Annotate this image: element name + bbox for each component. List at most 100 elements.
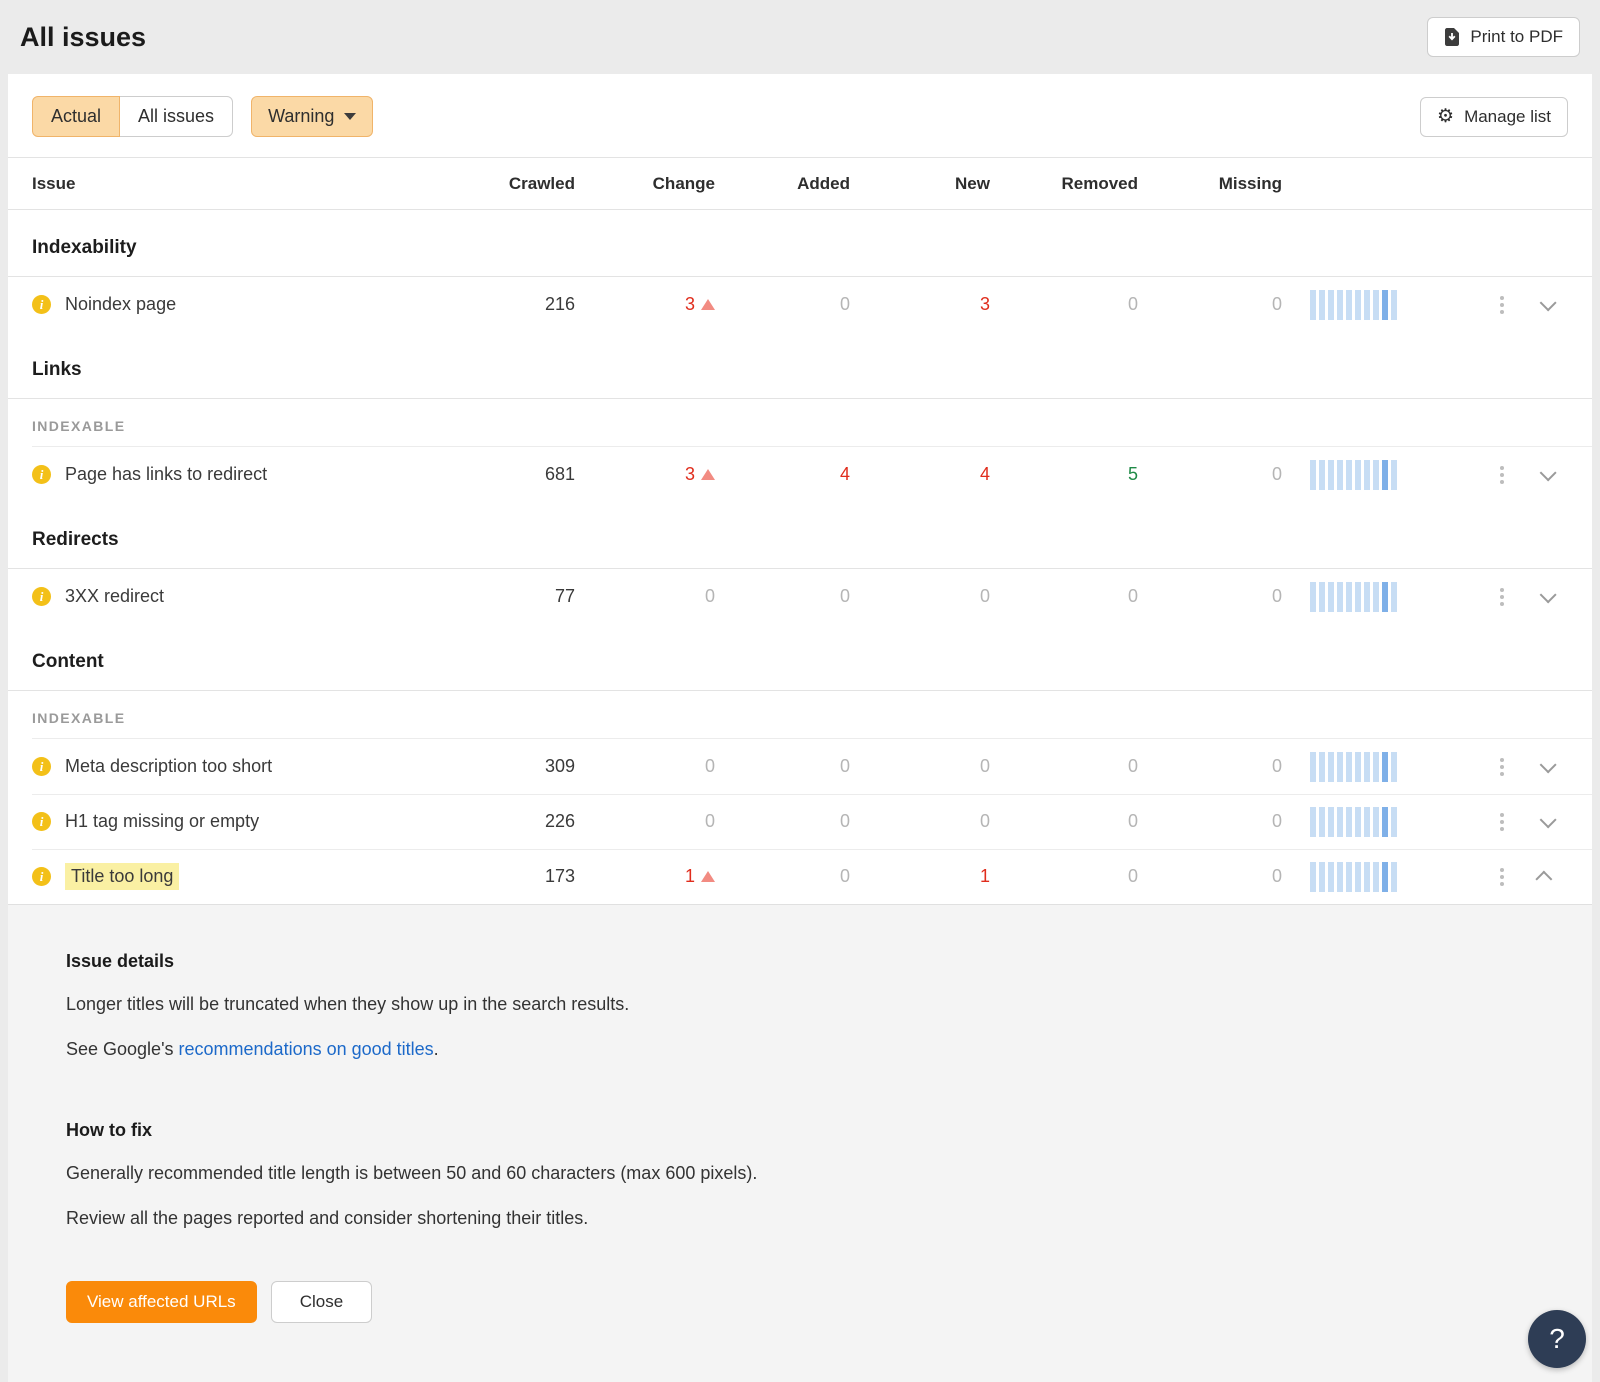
history-sparkline: [1310, 460, 1480, 490]
missing-value: 0: [1272, 866, 1282, 887]
increase-arrow-icon: [701, 469, 715, 480]
row-actions-menu-icon[interactable]: [1480, 588, 1524, 606]
crawled-cell: 681: [480, 464, 590, 485]
removed-value: 0: [1128, 294, 1138, 315]
issue-row[interactable]: iPage has links to redirect68134450: [8, 447, 1592, 502]
scope-actual-button[interactable]: Actual: [32, 96, 120, 137]
warning-info-icon: i: [32, 465, 51, 484]
print-to-pdf-button[interactable]: Print to PDF: [1427, 17, 1580, 57]
missing-value: 0: [1272, 756, 1282, 777]
removed-value: 5: [1128, 464, 1138, 485]
warning-filter-button[interactable]: Warning: [251, 96, 373, 137]
issue-row[interactable]: i3XX redirect7700000: [8, 569, 1592, 624]
how-to-fix-text-1: Generally recommended title length is be…: [66, 1163, 1534, 1184]
issue-details-link-line: See Google's recommendations on good tit…: [66, 1039, 1534, 1060]
column-header-removed[interactable]: Removed: [1020, 174, 1170, 194]
section-header: Links: [8, 332, 1592, 399]
issue-label: Noindex page: [65, 294, 176, 315]
column-header-change[interactable]: Change: [590, 174, 740, 194]
manage-list-label: Manage list: [1464, 107, 1551, 127]
link-line-suffix: .: [434, 1039, 439, 1059]
history-sparkline: [1310, 862, 1480, 892]
column-header-new[interactable]: New: [880, 174, 1020, 194]
new-cell: 0: [880, 811, 1020, 832]
row-actions-menu-icon[interactable]: [1480, 868, 1524, 886]
how-to-fix-heading: How to fix: [66, 1120, 1534, 1141]
missing-value: 0: [1272, 811, 1282, 832]
new-cell: 1: [880, 866, 1020, 887]
removed-value: 0: [1128, 866, 1138, 887]
change-value: 1: [685, 866, 695, 887]
expand-chevron-icon[interactable]: [1540, 756, 1557, 773]
new-cell: 3: [880, 294, 1020, 315]
expand-chevron-icon[interactable]: [1540, 811, 1557, 828]
issue-row[interactable]: iH1 tag missing or empty22600000: [8, 794, 1592, 849]
new-value: 3: [980, 294, 990, 315]
column-header-issue[interactable]: Issue: [32, 174, 480, 194]
added-cell: 4: [740, 464, 880, 485]
new-cell: 0: [880, 756, 1020, 777]
missing-cell: 0: [1170, 756, 1310, 777]
view-affected-urls-button[interactable]: View affected URLs: [66, 1281, 257, 1323]
crawled-cell: 309: [480, 756, 590, 777]
missing-value: 0: [1272, 464, 1282, 485]
removed-cell: 5: [1020, 464, 1170, 485]
section-header: Indexability: [8, 210, 1592, 277]
missing-cell: 0: [1170, 586, 1310, 607]
collapse-chevron-icon[interactable]: [1535, 870, 1552, 887]
row-actions-menu-icon[interactable]: [1480, 758, 1524, 776]
column-header-added[interactable]: Added: [740, 174, 880, 194]
top-bar: All issues Print to PDF: [0, 0, 1600, 74]
scope-toggle: Actual All issues: [32, 96, 233, 137]
link-line-prefix: See Google's: [66, 1039, 179, 1059]
column-header-crawled[interactable]: Crawled: [480, 174, 590, 194]
filters-toolbar: Actual All issues Warning ⚙ Manage list: [8, 74, 1592, 157]
crawled-cell: 77: [480, 586, 590, 607]
added-value: 0: [840, 811, 850, 832]
added-value: 0: [840, 586, 850, 607]
change-cell: 3: [590, 294, 740, 315]
issue-row[interactable]: iTitle too long17310100: [8, 849, 1592, 904]
warning-info-icon: i: [32, 757, 51, 776]
issue-detail-panel: Issue details Longer titles will be trun…: [8, 904, 1592, 1382]
history-sparkline: [1310, 582, 1480, 612]
added-cell: 0: [740, 811, 880, 832]
recommendations-link[interactable]: recommendations on good titles: [179, 1039, 434, 1059]
help-button[interactable]: ?: [1528, 1310, 1586, 1368]
close-button[interactable]: Close: [271, 1281, 372, 1323]
scope-all-issues-button[interactable]: All issues: [119, 96, 233, 137]
issue-row[interactable]: iNoindex page21630300: [8, 277, 1592, 332]
new-value: 1: [980, 866, 990, 887]
issue-row[interactable]: iMeta description too short30900000: [8, 739, 1592, 794]
added-cell: 0: [740, 294, 880, 315]
increase-arrow-icon: [701, 299, 715, 310]
table-body: IndexabilityiNoindex page21630300LinksIN…: [8, 210, 1592, 904]
added-cell: 0: [740, 586, 880, 607]
column-header-missing[interactable]: Missing: [1170, 174, 1310, 194]
new-value: 4: [980, 464, 990, 485]
row-actions-menu-icon[interactable]: [1480, 813, 1524, 831]
expand-chevron-icon[interactable]: [1540, 294, 1557, 311]
removed-cell: 0: [1020, 811, 1170, 832]
expand-chevron-icon[interactable]: [1540, 586, 1557, 603]
issue-label: 3XX redirect: [65, 586, 164, 607]
added-value: 0: [840, 756, 850, 777]
warning-info-icon: i: [32, 812, 51, 831]
added-cell: 0: [740, 756, 880, 777]
subsection-header: INDEXABLE: [8, 399, 1592, 447]
row-actions-menu-icon[interactable]: [1480, 466, 1524, 484]
warning-info-icon: i: [32, 867, 51, 886]
new-cell: 0: [880, 586, 1020, 607]
warning-info-icon: i: [32, 295, 51, 314]
expand-chevron-icon[interactable]: [1540, 464, 1557, 481]
manage-list-button[interactable]: ⚙ Manage list: [1420, 97, 1568, 137]
removed-cell: 0: [1020, 586, 1170, 607]
crawled-cell: 226: [480, 811, 590, 832]
change-cell: 3: [590, 464, 740, 485]
history-sparkline: [1310, 807, 1480, 837]
removed-cell: 0: [1020, 866, 1170, 887]
missing-cell: 0: [1170, 294, 1310, 315]
missing-cell: 0: [1170, 811, 1310, 832]
issue-label: H1 tag missing or empty: [65, 811, 259, 832]
row-actions-menu-icon[interactable]: [1480, 296, 1524, 314]
